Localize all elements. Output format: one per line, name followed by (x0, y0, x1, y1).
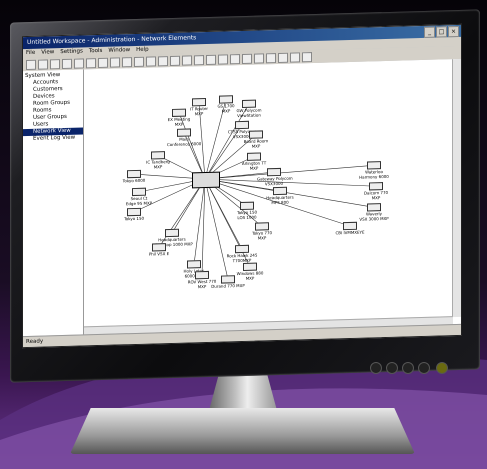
toolbar-button[interactable] (206, 54, 216, 65)
power-button[interactable] (436, 362, 448, 374)
window-title: Untitled Workspace - Administration - Ne… (27, 34, 197, 47)
network-node[interactable]: Waverly VSX 3000 MXP (357, 203, 391, 222)
menu-file[interactable]: File (26, 49, 35, 58)
network-node[interactable]: Phil VSX E (142, 243, 176, 257)
monitor-button[interactable] (370, 362, 382, 374)
minimize-button[interactable]: _ (424, 26, 435, 38)
toolbar-button[interactable] (302, 51, 312, 62)
hub-node[interactable] (192, 171, 220, 189)
toolbar-button[interactable] (26, 59, 36, 70)
node-label: GW Polycom ViewStation (236, 107, 262, 118)
tree-item[interactable]: Event Log View (23, 134, 83, 143)
node-label: Tokyo 770 MXP (251, 230, 273, 241)
network-node[interactable]: Gateway Polycom VSX3000 (257, 167, 293, 187)
network-node[interactable]: Main Conference 6000 (167, 128, 201, 147)
node-label: CBI IVMMXEYE (335, 229, 365, 236)
network-link (193, 179, 206, 265)
monitor-button[interactable] (386, 362, 398, 374)
node-label: Tokyo 150 (123, 215, 145, 222)
node-label: Seoul Ct Edge 95 MXP (125, 195, 153, 206)
monitor-button[interactable] (402, 362, 414, 374)
network-node[interactable]: Board Room MXP (239, 130, 273, 149)
menu-view[interactable]: View (41, 48, 54, 57)
toolbar-button[interactable] (98, 57, 108, 68)
monitor-stand-base (70, 408, 415, 454)
tree-view: System View Accounts Customers Devices Room … (23, 69, 84, 338)
network-node[interactable]: Tokyo 6000 (117, 169, 151, 184)
vertical-scrollbar[interactable] (452, 58, 461, 318)
monitor-button[interactable] (418, 362, 430, 374)
network-node[interactable]: Tokyo 770 MXP (245, 222, 279, 241)
network-node[interactable]: Waterloo Harmony 6000 (357, 161, 391, 180)
menu-tools[interactable]: Tools (89, 47, 103, 56)
node-label: Durand 770 MXP (211, 282, 245, 289)
menu-window[interactable]: Window (108, 46, 130, 56)
node-label: Board Room MXP (243, 138, 269, 149)
toolbar-button[interactable] (278, 52, 288, 63)
menu-help[interactable]: Help (136, 46, 149, 55)
network-node[interactable]: Headquarters MPS 800 (263, 186, 297, 205)
node-label: Main Conference 6000 (167, 136, 202, 147)
toolbar-button[interactable] (50, 58, 60, 69)
toolbar-button[interactable] (134, 56, 144, 67)
node-label: Headquarters MPS 800 (266, 194, 294, 205)
node-label: Gateway Polycom VSX3000 (257, 175, 293, 186)
node-label: Tokyo 6000 (122, 177, 146, 184)
toolbar-button[interactable] (290, 51, 300, 63)
toolbar-button[interactable] (86, 57, 96, 68)
toolbar-button[interactable] (38, 58, 48, 70)
toolbar-button[interactable] (122, 56, 132, 67)
toolbar-button[interactable] (110, 56, 120, 68)
network-node[interactable]: GW Polycom ViewStation (232, 99, 266, 118)
toolbar-button[interactable] (254, 52, 264, 64)
node-label: Phil VSX E (148, 251, 170, 257)
network-node[interactable]: IC Tandberg MXP (141, 151, 175, 170)
node-label: EX Meeting MXP (167, 116, 191, 127)
network-canvas[interactable]: IT Router MXP GS 1700 MXP GW Polycom ViewS… (84, 58, 461, 336)
node-label: Tokyo 150 LOS 1000 (236, 209, 258, 220)
close-button[interactable]: × (448, 25, 459, 38)
network-node[interactable]: CBI IVMMXEYE (333, 221, 367, 236)
node-label: Waverly VSX 3000 MXP (359, 211, 389, 222)
network-node[interactable]: Rock Hawk 245 T700MXP (225, 244, 259, 264)
node-label: IC Tandberg MXP (146, 159, 170, 169)
screen: Untitled Workspace - Administration - Ne… (22, 23, 462, 349)
toolbar-button[interactable] (218, 53, 228, 65)
toolbar-button[interactable] (170, 55, 180, 66)
toolbar-button[interactable] (62, 58, 72, 69)
toolbar-button[interactable] (182, 54, 192, 66)
maximize-button[interactable]: □ (436, 26, 447, 38)
network-node[interactable]: Tokyo 150 (117, 207, 151, 222)
network-node[interactable]: Tokyo 150 LOS 1000 (230, 201, 264, 220)
toolbar-button[interactable] (266, 52, 276, 63)
network-node[interactable]: Durand 770 MXP (211, 275, 245, 289)
toolbar-button[interactable] (194, 54, 204, 65)
toolbar-button[interactable] (158, 55, 168, 66)
network-node[interactable]: Seoul Ct Edge 95 MXP (122, 187, 156, 206)
toolbar-button[interactable] (242, 53, 252, 64)
toolbar-button[interactable] (146, 55, 156, 67)
toolbar-button[interactable] (230, 53, 240, 64)
network-node[interactable]: Dalcom 770 MXP (359, 182, 393, 201)
node-label: Waterloo Harmony 6000 (359, 169, 389, 180)
menu-settings[interactable]: Settings (60, 47, 83, 57)
toolbar-button[interactable] (74, 57, 84, 69)
network-node[interactable]: EX Meeting MXP (162, 108, 196, 127)
node-label: Dalcom 770 MXP (363, 189, 389, 200)
